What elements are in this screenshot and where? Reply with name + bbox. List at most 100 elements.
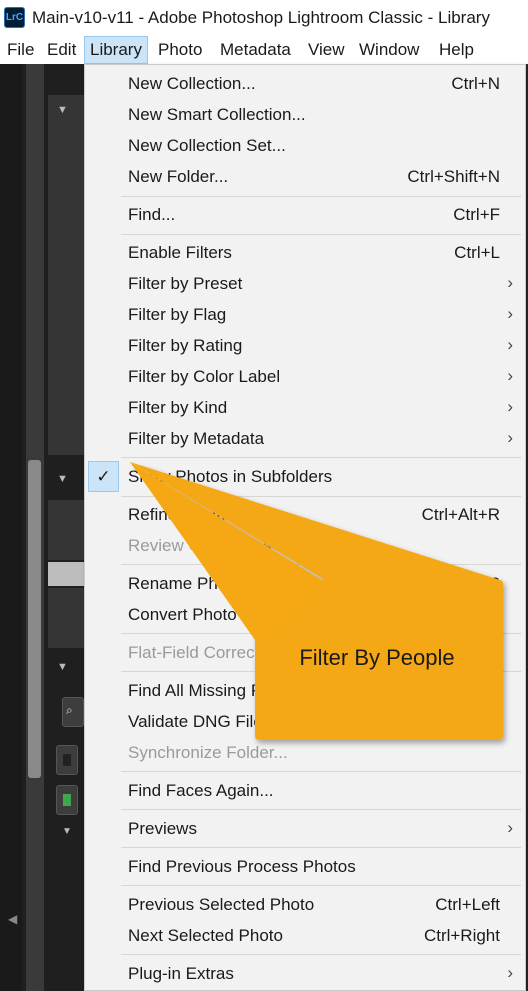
menu-item-refine-photos[interactable]: Refine Photos... Ctrl+Alt+R bbox=[85, 499, 525, 530]
menu-item-label: Review Collections bbox=[128, 536, 272, 555]
menu-item-previous-selected-photo[interactable]: Previous Selected Photo Ctrl+Left bbox=[85, 889, 525, 920]
menu-item-new-collection[interactable]: New Collection... Ctrl+N bbox=[85, 68, 525, 99]
search-button[interactable]: ⌕ bbox=[62, 697, 84, 727]
menu-item-filter-by-color-label[interactable]: Filter by Color Label › bbox=[85, 361, 525, 392]
menu-photo[interactable]: Photo bbox=[153, 36, 207, 64]
menu-separator bbox=[121, 564, 521, 565]
checkmark-icon: ✓ bbox=[88, 461, 119, 492]
menu-item-synchronize-folder: Synchronize Folder... bbox=[85, 737, 525, 768]
callout-text: Filter By People bbox=[299, 645, 455, 670]
menu-item-label: New Collection Set... bbox=[128, 136, 286, 155]
menu-item-find[interactable]: Find... Ctrl+F bbox=[85, 199, 525, 230]
menu-item-label: Synchronize Folder... bbox=[128, 743, 288, 762]
left-panel-scroll-thumb[interactable] bbox=[28, 460, 41, 778]
menu-help[interactable]: Help bbox=[434, 36, 479, 64]
menu-item-label: Convert Photo to DNG... bbox=[128, 605, 313, 624]
filter-toggle-button[interactable] bbox=[56, 785, 78, 815]
menu-item-previews[interactable]: Previews › bbox=[85, 813, 525, 844]
submenu-chevron-icon: › bbox=[507, 963, 513, 982]
menu-item-label: Previews bbox=[128, 819, 197, 838]
menu-item-convert-photo[interactable]: Convert Photo to DNG... bbox=[85, 599, 525, 630]
menu-item-filter-by-kind[interactable]: Filter by Kind › bbox=[85, 392, 525, 423]
menu-item-label: Find Previous Process Photos bbox=[128, 857, 356, 876]
menu-item-label: New Collection... bbox=[128, 74, 256, 93]
filter-toggle-button[interactable] bbox=[56, 745, 78, 775]
menu-item-new-folder[interactable]: New Folder... Ctrl+Shift+N bbox=[85, 161, 525, 192]
menu-separator bbox=[121, 885, 521, 886]
menu-separator bbox=[121, 671, 521, 672]
menu-item-shortcut: Ctrl+F bbox=[453, 205, 500, 224]
toggle-icon bbox=[63, 754, 71, 766]
menu-item-enable-filters[interactable]: Enable Filters Ctrl+L bbox=[85, 237, 525, 268]
menu-item-filter-by-flag[interactable]: Filter by Flag › bbox=[85, 299, 525, 330]
menu-item-next-selected-photo[interactable]: Next Selected Photo Ctrl+Right bbox=[85, 920, 525, 951]
menu-item-label: Enable Filters bbox=[128, 243, 232, 262]
menu-item-validate-dng[interactable]: Validate DNG Files... bbox=[85, 706, 525, 737]
collapse-triangle-icon[interactable]: ▼ bbox=[57, 104, 68, 116]
menu-item-label: Find All Missing Photos bbox=[128, 681, 304, 700]
menu-item-filter-by-rating[interactable]: Filter by Rating › bbox=[85, 330, 525, 361]
menu-item-label: Filter by Kind bbox=[128, 398, 228, 417]
submenu-chevron-icon: › bbox=[507, 335, 513, 354]
menu-item-find-faces-again[interactable]: Find Faces Again... bbox=[85, 775, 525, 806]
menu-item-filter-by-metadata[interactable]: Filter by Metadata › bbox=[85, 423, 525, 454]
menu-item-label: Validate DNG Files... bbox=[128, 712, 286, 731]
menu-item-filter-by-preset[interactable]: Filter by Preset › bbox=[85, 268, 525, 299]
panel-edge bbox=[0, 64, 22, 991]
menu-item-shortcut: Ctrl+Shift+N bbox=[407, 167, 500, 186]
expand-triangle-icon[interactable]: ▼ bbox=[62, 826, 72, 837]
menu-item-find-previous-process[interactable]: Find Previous Process Photos bbox=[85, 851, 525, 882]
menu-separator bbox=[121, 847, 521, 848]
menu-item-new-collection-set[interactable]: New Collection Set... bbox=[85, 130, 525, 161]
menu-item-label: Filter by Preset bbox=[128, 274, 243, 293]
menu-separator bbox=[121, 954, 521, 955]
menu-item-label: Filter by Rating bbox=[128, 336, 243, 355]
folders-panel-rows bbox=[48, 588, 84, 648]
menu-item-label: Find... bbox=[128, 205, 176, 224]
menu-separator bbox=[121, 496, 521, 497]
menu-item-new-smart-collection[interactable]: New Smart Collection... bbox=[85, 99, 525, 130]
menu-window[interactable]: Window bbox=[354, 36, 424, 64]
menu-item-label: Find Faces Again... bbox=[128, 781, 274, 800]
submenu-chevron-icon: › bbox=[507, 273, 513, 292]
menu-view[interactable]: View bbox=[303, 36, 350, 64]
menu-item-label: New Folder... bbox=[128, 167, 229, 186]
menu-item-label: Plug-in Extras bbox=[128, 964, 234, 983]
menu-separator bbox=[121, 809, 521, 810]
menu-item-label: Previous Selected Photo bbox=[128, 895, 315, 914]
search-icon: ⌕ bbox=[66, 703, 73, 717]
menu-item-shortcut: Ctrl+L bbox=[454, 243, 500, 262]
menu-file[interactable]: File bbox=[2, 36, 39, 64]
menu-separator bbox=[121, 633, 521, 634]
menu-item-review-collections: Review Collections bbox=[85, 530, 525, 561]
menu-separator bbox=[121, 771, 521, 772]
menu-item-label: Show Photos in Subfolders bbox=[128, 467, 333, 486]
menu-separator bbox=[121, 234, 521, 235]
submenu-chevron-icon: › bbox=[507, 304, 513, 323]
panel-collapse-arrow-icon[interactable]: ◀ bbox=[8, 912, 17, 926]
menu-item-label: Next Selected Photo bbox=[128, 926, 283, 945]
menu-library[interactable]: Library bbox=[84, 36, 148, 64]
selected-folder-row[interactable] bbox=[48, 562, 84, 586]
menu-bar: File Edit Library Photo Metadata View Wi… bbox=[0, 36, 528, 64]
submenu-chevron-icon: › bbox=[507, 366, 513, 385]
library-menu: New Collection... Ctrl+N New Smart Colle… bbox=[84, 64, 526, 991]
collapse-triangle-icon[interactable]: ▼ bbox=[57, 661, 68, 673]
menu-item-rename-photo[interactable]: Rename Photo... F2 bbox=[85, 568, 525, 599]
menu-metadata[interactable]: Metadata bbox=[215, 36, 296, 64]
menu-item-shortcut: Ctrl+Alt+R bbox=[421, 505, 500, 524]
menu-item-label: Filter by Color Label bbox=[128, 367, 281, 386]
menu-item-label: Filter by Metadata bbox=[128, 429, 265, 448]
title-bar: LrC Main-v10-v11 - Adobe Photoshop Light… bbox=[0, 0, 528, 36]
menu-separator bbox=[121, 457, 521, 458]
collapse-triangle-icon[interactable]: ▼ bbox=[57, 473, 68, 485]
menu-item-shortcut: Ctrl+Left bbox=[435, 895, 500, 914]
menu-separator bbox=[121, 196, 521, 197]
menu-item-find-all-missing[interactable]: Find All Missing Photos bbox=[85, 675, 525, 706]
submenu-chevron-icon: › bbox=[507, 818, 513, 837]
menu-item-label: Filter by Flag bbox=[128, 305, 227, 324]
menu-item-plug-in-extras[interactable]: Plug-in Extras › bbox=[85, 958, 525, 989]
menu-edit[interactable]: Edit bbox=[42, 36, 81, 64]
menu-item-show-photos-in-subfolders[interactable]: ✓ Show Photos in Subfolders bbox=[85, 461, 525, 492]
menu-item-label: New Smart Collection... bbox=[128, 105, 306, 124]
